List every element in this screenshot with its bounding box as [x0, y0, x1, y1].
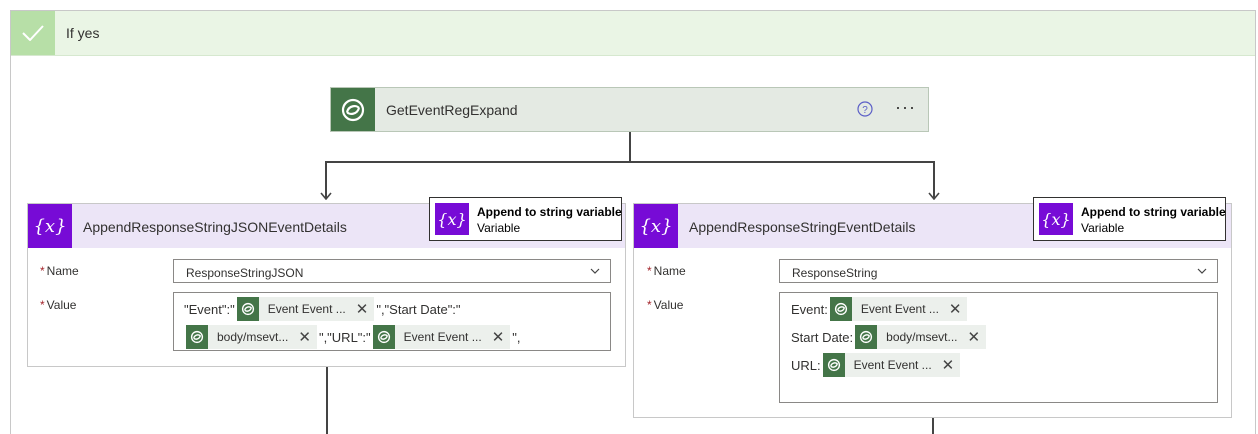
action-title: GetEventRegExpand — [386, 102, 518, 118]
value-line: body/msevt... ✕ ","URL":" Event Event ..… — [184, 324, 521, 350]
dynamic-token[interactable]: Event Event ... ✕ — [236, 297, 375, 321]
value-line: Event: Event Event ... ✕ — [791, 296, 969, 322]
dataverse-icon — [829, 297, 852, 321]
connector-branch — [325, 161, 935, 163]
action-title: AppendResponseStringEventDetails — [689, 219, 916, 235]
dynamic-token[interactable]: body/msevt... ✕ — [855, 325, 987, 349]
dataverse-icon — [331, 88, 375, 131]
close-icon[interactable]: ✕ — [945, 300, 968, 318]
action-tooltip: {x} Append to string variable Variable — [1033, 197, 1226, 241]
condition-label: If yes — [66, 25, 100, 41]
arrow-down-icon — [928, 192, 940, 200]
value-input[interactable]: Event: Event Event ... ✕ Start Date: bod… — [779, 292, 1218, 403]
dynamic-token[interactable]: body/msevt... ✕ — [186, 325, 317, 349]
value-line: "Event":" Event Event ... ✕ ","Start Dat… — [184, 296, 461, 322]
name-value: ResponseStringJSON — [186, 266, 304, 280]
help-icon[interactable]: ? — [857, 101, 873, 117]
dynamic-token[interactable]: Event Event ... ✕ — [372, 325, 511, 349]
variable-icon: {x} — [28, 204, 72, 248]
token-label: Event Event ... — [403, 330, 482, 344]
token-label: Event Event ... — [267, 302, 346, 316]
append-json-action-card[interactable]: {x} AppendResponseStringJSONEventDetails… — [27, 197, 626, 367]
dataverse-icon — [186, 325, 208, 349]
chevron-down-icon — [590, 268, 600, 274]
dataverse-icon — [855, 325, 878, 349]
close-icon[interactable]: ✕ — [488, 328, 511, 346]
close-icon[interactable]: ✕ — [294, 328, 317, 346]
variable-icon: {x} — [1039, 203, 1073, 235]
value-text: ", — [512, 329, 521, 345]
tooltip-subtitle: Variable — [477, 221, 521, 235]
condition-header[interactable]: If yes — [11, 11, 1255, 56]
more-options-icon[interactable]: ··· — [895, 97, 916, 118]
value-line: Start Date: body/msevt... ✕ — [791, 324, 988, 350]
value-text: URL: — [791, 357, 821, 373]
name-select[interactable]: ResponseString — [779, 259, 1218, 283]
chevron-down-icon — [1197, 268, 1207, 274]
name-label: * Name — [40, 264, 79, 278]
name-select[interactable]: ResponseStringJSON — [173, 259, 611, 283]
dataverse-icon — [236, 297, 259, 321]
dataverse-icon — [372, 325, 395, 349]
dynamic-token[interactable]: Event Event ... ✕ — [822, 353, 961, 377]
name-label: * Name — [647, 264, 686, 278]
connector-trunk — [629, 132, 631, 162]
connector-right-bottom — [932, 418, 934, 434]
card-header[interactable]: {x} AppendResponseStringJSONEventDetails… — [28, 197, 625, 248]
close-icon[interactable]: ✕ — [964, 328, 987, 346]
action-tooltip: {x} Append to string variable Variable — [429, 197, 622, 241]
close-icon[interactable]: ✕ — [352, 300, 375, 318]
value-text: Start Date: — [791, 329, 854, 345]
value-input[interactable]: "Event":" Event Event ... ✕ ","Start Dat… — [173, 292, 611, 351]
card-header[interactable]: {x} AppendResponseStringEventDetails {x}… — [634, 197, 1231, 248]
value-text: "Event":" — [184, 301, 235, 317]
value-text: ","URL":" — [318, 329, 371, 345]
tooltip-title: Append to string variable — [1081, 205, 1226, 219]
connector-left-bottom — [326, 367, 328, 434]
token-label: Event Event ... — [860, 302, 939, 316]
dataverse-icon — [822, 353, 845, 377]
value-label: * Value — [647, 298, 684, 312]
tooltip-title: Append to string variable — [477, 205, 622, 219]
name-value: ResponseString — [792, 266, 878, 280]
get-event-action-card[interactable]: GetEventRegExpand ? ··· — [330, 87, 929, 132]
append-string-action-card[interactable]: {x} AppendResponseStringEventDetails {x}… — [633, 197, 1232, 418]
variable-icon: {x} — [634, 204, 678, 248]
token-label: body/msevt... — [886, 330, 958, 344]
token-label: Event Event ... — [853, 358, 932, 372]
check-icon — [11, 11, 55, 55]
help-glyph: ? — [862, 105, 868, 116]
variable-icon: {x} — [435, 203, 469, 235]
token-label: body/msevt... — [217, 330, 289, 344]
value-label: * Value — [40, 298, 77, 312]
close-icon[interactable]: ✕ — [938, 356, 961, 374]
value-text: ","Start Date":" — [376, 301, 461, 317]
value-line: URL: Event Event ... ✕ — [791, 352, 962, 378]
dynamic-token[interactable]: Event Event ... ✕ — [829, 297, 968, 321]
value-text: Event: — [791, 301, 828, 317]
arrow-down-icon — [320, 192, 332, 200]
action-title: AppendResponseStringJSONEventDetails — [83, 219, 347, 235]
tooltip-subtitle: Variable — [1081, 221, 1125, 235]
